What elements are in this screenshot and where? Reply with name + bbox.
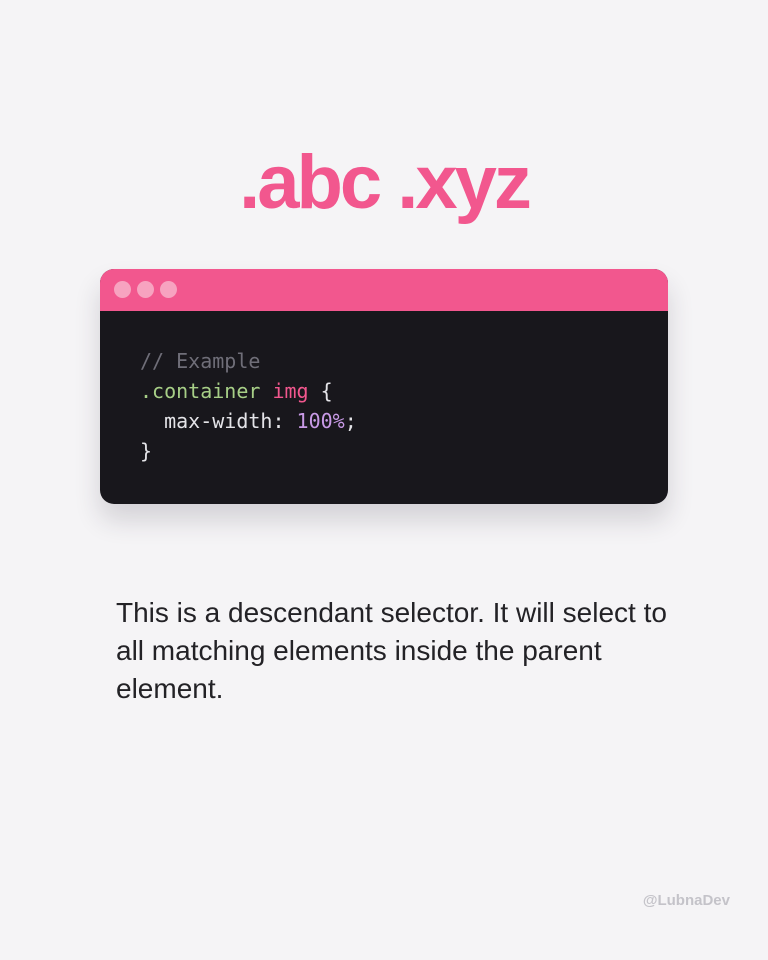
code-line: .container img {	[140, 376, 357, 406]
window-dot-icon	[160, 281, 177, 298]
code-window: // Example .container img { max-width: 10…	[100, 269, 668, 504]
code-open-brace: {	[308, 379, 333, 403]
code-line: // Example	[140, 346, 357, 376]
code-colon: :	[272, 409, 297, 433]
window-dot-icon	[114, 281, 131, 298]
code-tag-selector: img	[272, 379, 309, 403]
code-semicolon: ;	[344, 409, 357, 433]
code-line: max-width: 100%;	[140, 406, 357, 436]
code-comment: // Example	[140, 349, 261, 373]
selector-heading: .abc .xyz	[239, 140, 532, 225]
code-line: }	[140, 436, 357, 466]
window-dot-icon	[137, 281, 154, 298]
author-watermark: @LubnaDev	[642, 892, 730, 909]
code-class-selector: .container	[140, 379, 261, 403]
code-value: 100%	[296, 409, 345, 433]
window-titlebar	[100, 269, 668, 311]
description-text: This is a descendant selector. It will s…	[116, 597, 667, 704]
code-close-brace: }	[140, 439, 153, 463]
code-block: // Example .container img { max-width: 10…	[140, 346, 357, 466]
code-property: max-width	[140, 409, 273, 433]
